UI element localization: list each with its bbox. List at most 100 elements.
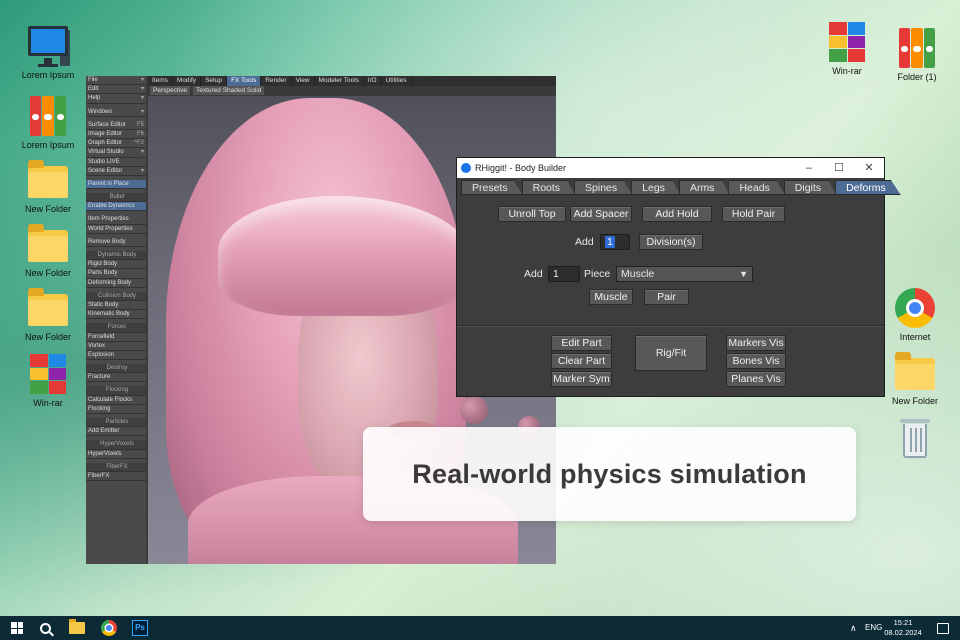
add-hold-button[interactable]: Add Hold [642, 206, 712, 222]
sidebar-item[interactable]: File ▾ [86, 76, 146, 86]
sidebar-item[interactable]: World Properties [86, 225, 146, 234]
folder-icon [893, 350, 937, 394]
sidebar-item[interactable]: FiberFX [86, 472, 146, 482]
taskbar-file-explorer[interactable] [62, 616, 92, 640]
lightwave-tab[interactable]: I/O [364, 76, 382, 86]
tray-chevron-up-icon[interactable]: ∧ [850, 616, 857, 640]
sidebar-item-label: Item Properties [88, 216, 129, 223]
unroll-top-button[interactable]: Unroll Top [498, 206, 566, 222]
sidebar-item-label: Enable Dynamics [88, 203, 135, 210]
lightwave-tab[interactable]: Render [261, 76, 292, 86]
dialog-tab[interactable]: Roots [521, 180, 576, 195]
taskbar-chrome[interactable] [94, 616, 124, 640]
sidebar-item[interactable]: Enable Dynamics [86, 202, 146, 212]
sidebar-item-label: Deforming Body [88, 279, 132, 286]
pair-button[interactable]: Pair [644, 289, 689, 305]
dialog-tab[interactable]: Spines [574, 180, 633, 195]
marker-sym-button[interactable]: Marker Sym [551, 371, 612, 387]
piece-count-input[interactable]: 1 [548, 266, 580, 282]
sidebar-item[interactable]: Explosion [86, 351, 146, 361]
sidebar-item-label: Parent in Place [88, 180, 129, 187]
notification-button[interactable] [928, 616, 958, 640]
dialog-tab[interactable]: Deforms [835, 180, 901, 195]
sidebar-item[interactable]: Help ▾ [86, 94, 146, 104]
dialog-tab[interactable]: Legs [631, 180, 680, 195]
viewport-mode-select[interactable]: Textured Shaded Solid [192, 86, 265, 95]
sidebar-item[interactable]: Item Properties [86, 215, 146, 225]
dialog-tab[interactable]: Presets [461, 180, 523, 195]
edit-part-button[interactable]: Edit Part [551, 335, 612, 351]
markers-vis-button[interactable]: Markers Vis [726, 335, 786, 351]
lightwave-tab[interactable]: Modeler Tools [315, 76, 364, 86]
sidebar-item[interactable]: Calculate Flocks [86, 396, 146, 405]
sidebar-item[interactable]: Parts Body [86, 269, 146, 279]
desktop-icon[interactable]: Internet [880, 286, 950, 342]
muscle-button[interactable]: Muscle [589, 289, 633, 305]
sidebar-item[interactable]: Parent in Place [86, 179, 146, 190]
maximize-icon[interactable]: ☐ [824, 158, 854, 178]
sidebar-item[interactable]: Kinematic Body [86, 310, 146, 320]
desktop-icon[interactable]: New Folder [13, 158, 83, 214]
desktop-icon[interactable]: Lorem Ipsum [13, 94, 83, 150]
lightwave-tab[interactable]: FX Tools [227, 76, 262, 86]
sidebar-item-label: Surface Editor [88, 121, 127, 128]
dialog-titlebar[interactable]: RHiggit! - Body Builder – ☐ ✕ [457, 158, 884, 178]
piece-type-select[interactable]: Muscle ▼ [616, 266, 753, 282]
dialog-tab[interactable]: Heads [728, 180, 785, 195]
desktop-icon-label: New Folder [891, 396, 938, 406]
chrome-icon [893, 286, 937, 330]
hold-pair-button[interactable]: Hold Pair [722, 206, 785, 222]
sidebar-item-label: Windows [88, 108, 113, 115]
minimize-icon[interactable]: – [794, 158, 824, 178]
desktop-icon[interactable]: New Folder [13, 222, 83, 278]
sidebar-item[interactable]: HyperVoxels [86, 450, 146, 459]
sidebar-item[interactable]: Deforming Body [86, 279, 146, 288]
sidebar-item[interactable]: Image Editor F6 [86, 130, 146, 140]
sidebar-item[interactable]: Rigid Body [86, 260, 146, 270]
sidebar-item[interactable]: Remove Body [86, 238, 146, 247]
rig-fit-button[interactable]: Rig/Fit [635, 335, 707, 371]
close-icon[interactable]: ✕ [854, 158, 884, 178]
start-button[interactable] [2, 616, 32, 640]
bones-vis-button[interactable]: Bones Vis [726, 353, 786, 369]
sidebar-section-header: FiberFX [86, 462, 146, 472]
sidebar-item[interactable]: Windows ▾ [86, 108, 146, 117]
desktop-icon-label: Lorem Ipsum [21, 140, 75, 150]
sidebar-item[interactable]: Surface Editor F5 [86, 121, 146, 130]
sidebar-item[interactable]: Virtual Studio ▾ [86, 148, 146, 158]
sidebar-item[interactable]: Edit ▾ [86, 85, 146, 95]
dialog-tab[interactable]: Digits [783, 180, 837, 195]
add-spacer-button[interactable]: Add Spacer [570, 206, 632, 222]
desktop-icon[interactable]: Win-rar [812, 20, 882, 76]
search-button[interactable] [30, 616, 60, 640]
sidebar-item[interactable]: Static Body [86, 301, 146, 311]
lightwave-tab[interactable]: View [292, 76, 315, 86]
divisions-button[interactable]: Division(s) [639, 234, 703, 250]
desktop-icon[interactable]: New Folder [880, 350, 950, 406]
sidebar-item[interactable]: Graph Editor ^F2 [86, 139, 146, 149]
dialog-tab[interactable]: Arms [678, 180, 730, 195]
lightwave-tab[interactable]: Modify [173, 76, 202, 86]
sidebar-item[interactable]: Scene Editor ▾ [86, 167, 146, 176]
taskbar-photoshop[interactable]: Ps [125, 616, 155, 640]
lightwave-tab[interactable]: Utilities [382, 76, 412, 86]
sidebar-item[interactable]: Fracture [86, 373, 146, 383]
desktop-icon[interactable]: Lorem Ipsum [13, 24, 83, 80]
lightwave-tab[interactable]: Items [148, 76, 173, 86]
clear-part-button[interactable]: Clear Part [551, 353, 612, 369]
sidebar-item-label: Bullet [109, 194, 125, 201]
desktop-icon[interactable]: Folder (1) [882, 26, 952, 82]
taskbar-clock[interactable]: 15:21 08.02.2024 [880, 618, 926, 638]
planes-vis-button[interactable]: Planes Vis [726, 371, 786, 387]
desktop-icon[interactable] [880, 418, 950, 464]
add-count-input[interactable]: 1 [600, 234, 630, 250]
desktop-icon[interactable]: New Folder [13, 286, 83, 342]
sidebar-item[interactable]: Forcefield [86, 333, 146, 342]
viewport-view-select[interactable]: Perspective [150, 86, 190, 95]
sidebar-item[interactable]: Studio LIVE [86, 158, 146, 167]
sidebar-item[interactable]: Add Emitter [86, 427, 146, 437]
sidebar-item[interactable]: Vortex [86, 342, 146, 351]
sidebar-item[interactable]: Flocking [86, 405, 146, 414]
desktop-icon[interactable]: Win-rar [13, 352, 83, 408]
lightwave-tab[interactable]: Setup [201, 76, 228, 86]
